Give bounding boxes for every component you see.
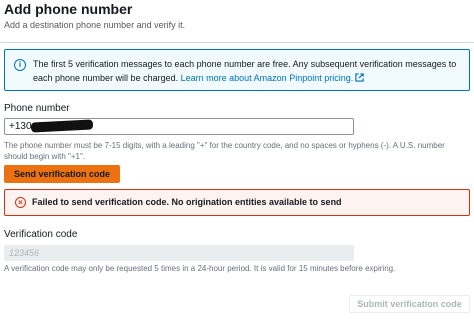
verification-code-label: Verification code	[4, 229, 78, 240]
verification-code-hint: A verification code may only be requeste…	[4, 264, 396, 273]
phone-number-value: +130	[9, 121, 32, 132]
page-subtitle: Add a destination phone number and verif…	[4, 20, 186, 30]
page-title: Add phone number	[4, 1, 133, 17]
submit-verification-code-button[interactable]: Submit verification code	[349, 295, 470, 313]
redaction-mark	[30, 119, 94, 133]
error-icon: ×	[15, 197, 26, 208]
info-text: The first 5 verification messages to eac…	[33, 57, 461, 85]
error-alert: × Failed to send verification code. No o…	[4, 189, 470, 216]
verification-code-input[interactable]: 123456	[4, 245, 354, 261]
error-message: Failed to send verification code. No ori…	[32, 197, 342, 207]
phone-number-input[interactable]: +130	[4, 118, 354, 135]
send-verification-code-button[interactable]: Send verification code	[4, 165, 120, 183]
pricing-link-label: Learn more about Amazon Pinpoint pricing…	[180, 73, 354, 83]
external-link-icon	[355, 73, 364, 82]
phone-number-label: Phone number	[4, 103, 70, 114]
header-divider	[0, 42, 474, 43]
info-icon: i	[14, 59, 26, 71]
phone-number-hint: The phone number must be 7-15 digits, wi…	[4, 141, 445, 161]
pricing-link[interactable]: Learn more about Amazon Pinpoint pricing…	[181, 73, 365, 83]
info-alert: i The first 5 verification messages to e…	[4, 49, 470, 91]
